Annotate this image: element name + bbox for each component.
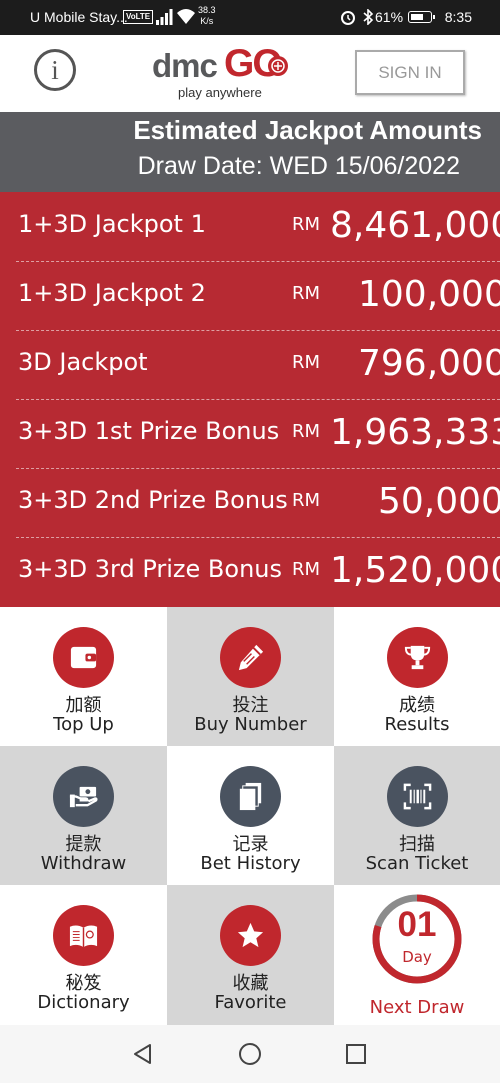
buy-number-button[interactable]: 投注 Buy Number — [167, 607, 334, 746]
jackpot-title: Estimated Jackpot Amounts — [133, 115, 482, 145]
jackpot-name: 3+3D 3rd Prize Bonus — [18, 555, 282, 583]
scan-ticket-button[interactable]: 扫描 Scan Ticket — [334, 746, 500, 885]
jackpot-header: Estimated Jackpot Amounts Draw Date: WED… — [0, 112, 500, 192]
recents-icon[interactable] — [344, 1042, 368, 1066]
buy-number-label: Buy Number — [194, 714, 307, 735]
bet-history-button[interactable]: 记录 Bet History — [167, 746, 334, 885]
star-icon — [220, 905, 281, 966]
book-icon — [53, 905, 114, 966]
dictionary-label: Dictionary — [37, 992, 130, 1013]
bet-history-label: Bet History — [200, 853, 301, 874]
barcode-scan-icon — [387, 766, 448, 827]
jackpot-row: 1+3D Jackpot 1 RM 8,461,000.00 — [0, 192, 500, 261]
currency-label: RM — [292, 214, 321, 235]
documents-icon — [220, 766, 281, 827]
withdraw-button[interactable]: 提款 Withdraw — [0, 746, 167, 885]
pencil-icon — [220, 627, 281, 688]
battery-percent: 61% — [375, 9, 404, 25]
logo-emblem-icon — [268, 56, 288, 76]
jackpot-amount: 50,000.00 — [378, 481, 500, 522]
trophy-icon — [387, 627, 448, 688]
favorite-label: Favorite — [214, 992, 287, 1013]
speed-value: 38.3 — [198, 5, 216, 15]
next-draw-label: Next Draw — [369, 997, 465, 1018]
wifi-icon — [177, 9, 195, 24]
days-count: 01 — [397, 905, 437, 944]
jackpot-list: 1+3D Jackpot 1 RM 8,461,000.00 1+3D Jack… — [0, 192, 500, 607]
jackpot-amount: 100,000.00 — [358, 274, 500, 315]
status-bar: U Mobile Stay... VoLTE 38.3 K/s 61% 8:35 — [0, 0, 500, 35]
back-icon[interactable] — [131, 1042, 155, 1066]
bluetooth-icon — [363, 9, 374, 25]
results-label: Results — [384, 714, 450, 735]
logo-tagline: play anywhere — [178, 85, 262, 100]
jackpot-amount: 1,963,333.33 — [330, 412, 500, 453]
wallet-icon — [53, 627, 114, 688]
speed-unit: K/s — [200, 16, 214, 26]
top-up-button[interactable]: 加额 Top Up — [0, 607, 167, 746]
currency-label: RM — [292, 421, 321, 442]
clock: 8:35 — [444, 9, 472, 25]
draw-date: Draw Date: WED 15/06/2022 — [137, 152, 460, 180]
battery-icon — [408, 11, 435, 23]
jackpot-amount: 8,461,000.00 — [330, 205, 500, 246]
currency-label: RM — [292, 490, 321, 511]
jackpot-name: 3+3D 2nd Prize Bonus — [18, 486, 288, 514]
jackpot-row: 3D Jackpot RM 796,000.00 — [0, 330, 500, 399]
jackpot-row: 3+3D 2nd Prize Bonus RM 50,000.00 — [0, 468, 500, 537]
app-logo: dmc GO play anywhere — [152, 42, 302, 104]
results-button[interactable]: 成绩 Results — [334, 607, 500, 746]
cash-hand-icon — [53, 766, 114, 827]
sign-in-button[interactable]: SIGN IN — [355, 50, 465, 95]
jackpot-amount: 796,000.00 — [358, 343, 500, 384]
volte-badge: VoLTE — [123, 10, 154, 24]
scan-ticket-label: Scan Ticket — [365, 853, 469, 874]
info-button[interactable]: i — [34, 49, 76, 91]
favorite-button[interactable]: 收藏 Favorite — [167, 885, 334, 1025]
app-header: i dmc GO play anywhere SIGN IN — [0, 35, 500, 112]
jackpot-row: 1+3D Jackpot 2 RM 100,000.00 — [0, 261, 500, 330]
currency-label: RM — [292, 559, 321, 580]
currency-label: RM — [292, 352, 321, 373]
jackpot-row: 3+3D 1st Prize Bonus RM 1,963,333.33 — [0, 399, 500, 468]
currency-label: RM — [292, 283, 321, 304]
jackpot-name: 1+3D Jackpot 1 — [18, 210, 206, 238]
withdraw-label: Withdraw — [40, 853, 127, 874]
jackpot-name: 3D Jackpot — [18, 348, 148, 376]
jackpot-row: 3+3D 3rd Prize Bonus RM 1,520,000.00 — [0, 537, 500, 606]
jackpot-name: 1+3D Jackpot 2 — [18, 279, 206, 307]
jackpot-name: 3+3D 1st Prize Bonus — [18, 417, 280, 445]
jackpot-amount: 1,520,000.00 — [330, 550, 500, 591]
days-unit: Day — [402, 948, 432, 966]
home-icon[interactable] — [238, 1042, 262, 1066]
top-up-label: Top Up — [53, 714, 114, 735]
signal-icon — [156, 9, 173, 25]
logo-text: dmc — [152, 47, 218, 84]
system-nav-bar — [0, 1025, 500, 1083]
dictionary-button[interactable]: 秘笈 Dictionary — [0, 885, 167, 1025]
network-speed: 38.3 K/s — [198, 5, 216, 27]
alarm-icon — [341, 11, 355, 25]
carrier-name: U Mobile Stay... — [30, 9, 128, 25]
